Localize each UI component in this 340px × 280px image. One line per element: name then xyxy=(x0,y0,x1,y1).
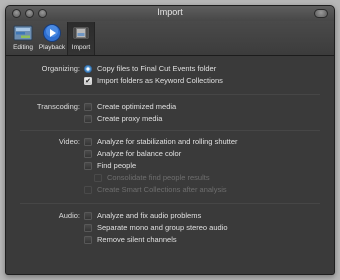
window-controls-right xyxy=(314,9,328,18)
tab-label: Import xyxy=(71,44,91,51)
checkbox xyxy=(94,174,102,182)
import-icon xyxy=(72,26,90,40)
transcoding-label: Transcoding: xyxy=(36,102,80,111)
video-row-3: Find people xyxy=(6,161,334,173)
checkbox[interactable] xyxy=(84,212,92,220)
copy-files-radio[interactable]: Copy files to Final Cut Events folder xyxy=(84,64,216,74)
checkmark-icon[interactable]: ✔ xyxy=(84,77,92,85)
checkbox[interactable] xyxy=(84,103,92,111)
tab-playback[interactable]: Playback xyxy=(38,22,66,55)
analyze-stabilization-checkbox[interactable]: Analyze for stabilization and rolling sh… xyxy=(84,137,238,147)
analyze-stabilization-label: Analyze for stabilization and rolling sh… xyxy=(97,137,238,146)
create-smart-collections-label: Create Smart Collections after analysis xyxy=(97,185,227,194)
tab-import[interactable]: Import xyxy=(67,22,95,55)
checkbox[interactable] xyxy=(84,115,92,123)
organizing-label: Organizing: xyxy=(41,64,80,73)
organizing-row-2: ✔ Import folders as Keyword Collections xyxy=(6,76,334,88)
tab-editing[interactable]: Editing xyxy=(9,22,37,55)
toolbar-toggle-button[interactable] xyxy=(314,9,328,18)
analyze-fix-audio-label: Analyze and fix audio problems xyxy=(97,211,202,220)
editing-icon xyxy=(13,25,33,41)
consolidate-find-people-label: Consolidate find people results xyxy=(107,173,210,182)
video-row-2: Analyze for balance color xyxy=(6,149,334,161)
tab-label: Playback xyxy=(38,44,66,51)
section-divider xyxy=(20,94,320,95)
keyword-collections-checkbox[interactable]: ✔ Import folders as Keyword Collections xyxy=(84,76,223,86)
video-label: Video: xyxy=(58,137,80,146)
import-preferences-window: Import Editing Playback Import Organizin… xyxy=(5,5,335,275)
analyze-balance-color-label: Analyze for balance color xyxy=(97,149,182,158)
tab-label: Editing xyxy=(13,44,33,51)
create-optimized-media-checkbox[interactable]: Create optimized media xyxy=(84,102,176,112)
audio-row-2: Separate mono and group stereo audio xyxy=(6,223,334,235)
audio-row-3: Remove silent channels xyxy=(6,235,334,247)
analyze-fix-audio-checkbox[interactable]: Analyze and fix audio problems xyxy=(84,211,201,221)
create-proxy-media-label: Create proxy media xyxy=(97,114,163,123)
video-row-5: Create Smart Collections after analysis xyxy=(6,185,334,197)
checkbox[interactable] xyxy=(84,150,92,158)
separate-mono-stereo-checkbox[interactable]: Separate mono and group stereo audio xyxy=(84,223,228,233)
section-divider xyxy=(20,130,320,131)
window-title: Import xyxy=(157,7,183,17)
remove-silent-channels-label: Remove silent channels xyxy=(97,235,177,244)
create-proxy-media-checkbox[interactable]: Create proxy media xyxy=(84,114,162,124)
copy-files-label: Copy files to Final Cut Events folder xyxy=(97,64,217,73)
audio-label: Audio: xyxy=(58,211,80,220)
remove-silent-channels-checkbox[interactable]: Remove silent channels xyxy=(84,235,177,245)
checkbox[interactable] xyxy=(84,236,92,244)
preferences-toolbar: Editing Playback Import xyxy=(6,21,334,56)
section-divider xyxy=(20,203,320,204)
consolidate-find-people-checkbox: Consolidate find people results xyxy=(94,173,210,183)
create-optimized-media-label: Create optimized media xyxy=(97,102,177,111)
keyword-collections-label: Import folders as Keyword Collections xyxy=(97,76,223,85)
create-smart-collections-checkbox: Create Smart Collections after analysis xyxy=(84,185,227,195)
find-people-label: Find people xyxy=(97,161,137,170)
checkbox[interactable] xyxy=(84,224,92,232)
audio-row-1: Audio: Analyze and fix audio problems xyxy=(6,211,334,223)
organizing-row-1: Organizing: Copy files to Final Cut Even… xyxy=(6,64,334,76)
video-row-1: Video: Analyze for stabilization and rol… xyxy=(6,137,334,149)
checkbox xyxy=(84,186,92,194)
checkbox[interactable] xyxy=(84,162,92,170)
transcoding-row-1: Transcoding: Create optimized media xyxy=(6,102,334,114)
title-bar: Import xyxy=(6,6,334,21)
analyze-balance-color-checkbox[interactable]: Analyze for balance color xyxy=(84,149,181,159)
separate-mono-stereo-label: Separate mono and group stereo audio xyxy=(97,223,228,232)
checkbox[interactable] xyxy=(84,138,92,146)
playback-icon xyxy=(43,24,61,42)
transcoding-row-2: Create proxy media xyxy=(6,114,334,126)
radio-button[interactable] xyxy=(84,65,92,73)
find-people-checkbox[interactable]: Find people xyxy=(84,161,136,171)
video-row-4: Consolidate find people results xyxy=(6,173,334,185)
